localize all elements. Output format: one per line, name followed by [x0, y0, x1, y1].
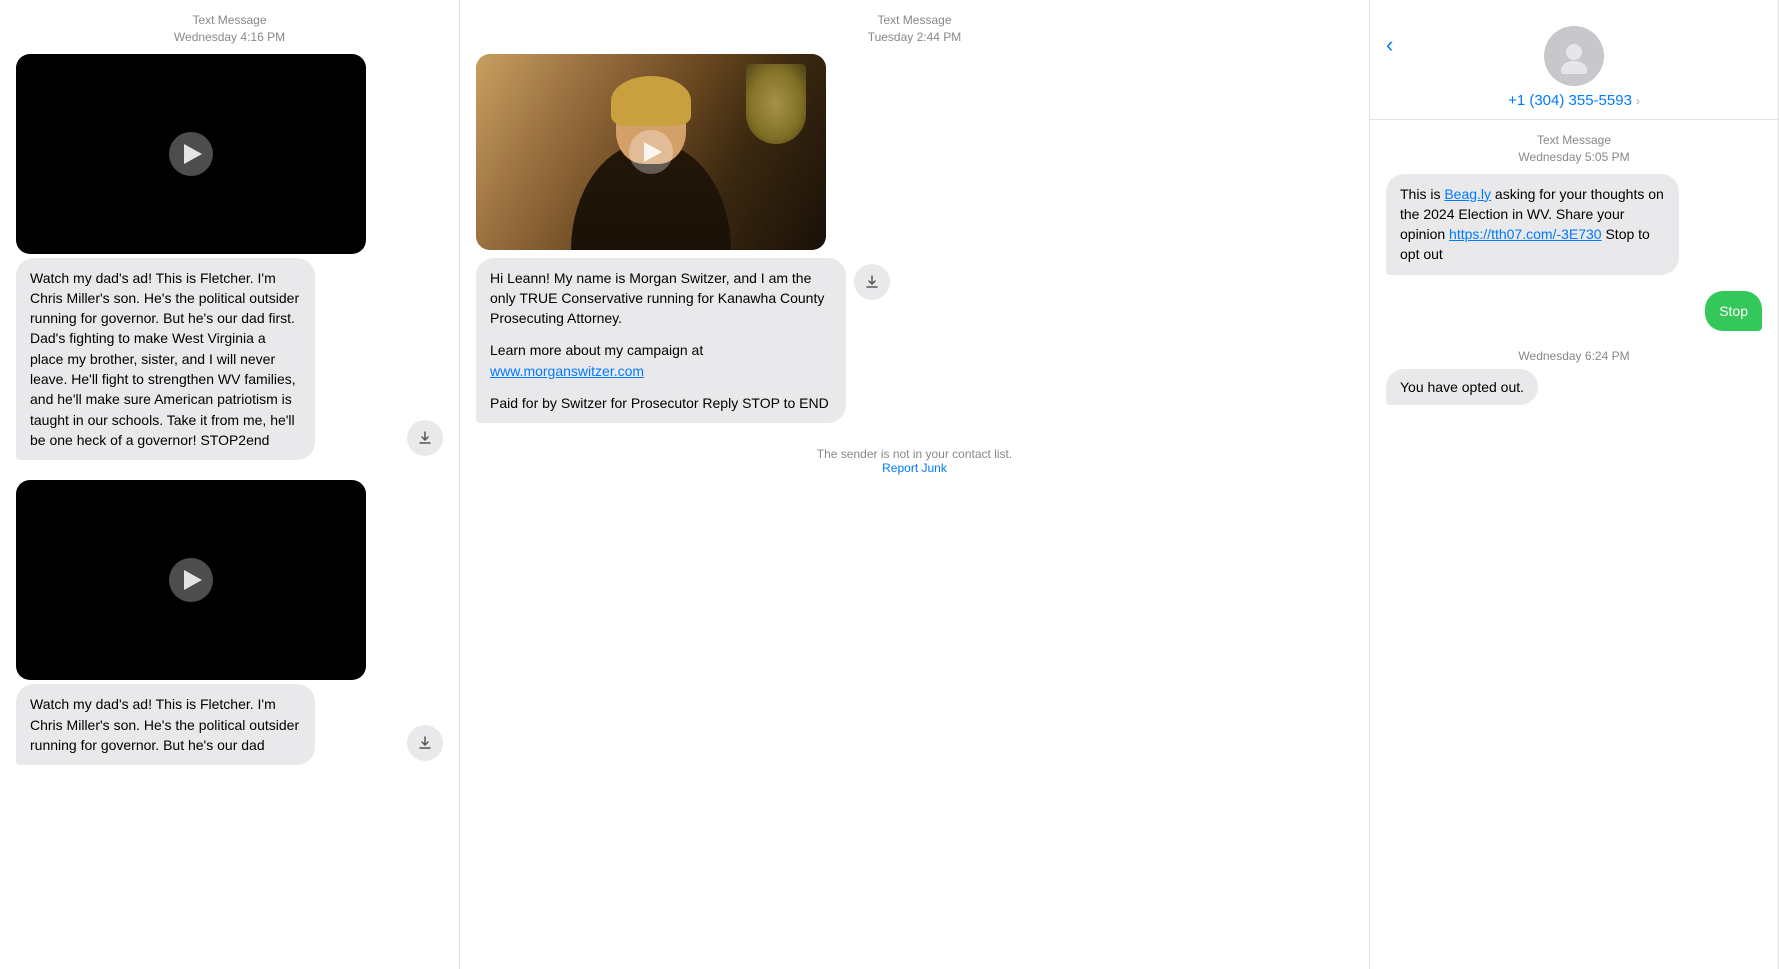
right-column: ‹ +1 (304) 355-5593 › Text Message Wedne… [1370, 0, 1779, 969]
contact-header: ‹ +1 (304) 355-5593 › [1370, 12, 1778, 120]
left-column: Text Message Wednesday 4:16 PM Watch my … [0, 0, 460, 969]
left-video-row-2: Watch my dad's ad! This is Fletcher. I'm… [16, 480, 443, 765]
download-button-1[interactable] [407, 420, 443, 456]
mid-column: Text Message Tuesday 2:44 PM [460, 0, 1370, 969]
mid-text-1: Hi Leann! My name is Morgan Switzer, and… [490, 268, 832, 329]
morgan-switzer-link[interactable]: www.morganswitzer.com [490, 363, 644, 379]
report-junk-link[interactable]: Report Junk [882, 461, 947, 475]
right-messages: Text Message Wednesday 5:05 PM This is B… [1370, 120, 1778, 957]
mid-bubble: Hi Leann! My name is Morgan Switzer, and… [476, 258, 846, 424]
left-bubble-1: Watch my dad's ad! This is Fletcher. I'm… [16, 258, 315, 461]
right-opted-out-row: You have opted out. [1386, 369, 1762, 405]
download-button-2[interactable] [407, 725, 443, 761]
back-button[interactable]: ‹ [1386, 32, 1393, 58]
left-timestamp-1: Text Message Wednesday 4:16 PM [0, 12, 459, 46]
right-bubble-1: This is Beag.ly asking for your thoughts… [1386, 174, 1679, 275]
left-message-group-1: Watch my dad's ad! This is Fletcher. I'm… [0, 54, 459, 469]
video-thumbnail-1[interactable] [16, 54, 366, 254]
right-outgoing-row: Stop [1386, 291, 1762, 331]
video-thumbnail-2[interactable] [16, 480, 366, 680]
mid-message-group: Hi Leann! My name is Morgan Switzer, and… [460, 54, 1369, 432]
right-timestamp-1: Text Message Wednesday 5:05 PM [1386, 132, 1762, 166]
left-message-group-2: Watch my dad's ad! This is Fletcher. I'm… [0, 480, 459, 773]
play-icon-1[interactable] [169, 132, 213, 176]
mid-text-2: Learn more about my campaign at www.morg… [490, 340, 832, 381]
left-video-row-1: Watch my dad's ad! This is Fletcher. I'm… [16, 54, 443, 461]
play-icon-2[interactable] [169, 558, 213, 602]
stop-bubble: Stop [1705, 291, 1762, 331]
left-bubble-2: Watch my dad's ad! This is Fletcher. I'm… [16, 684, 315, 765]
chevron-right-icon: › [1636, 94, 1640, 108]
opted-out-bubble: You have opted out. [1386, 369, 1538, 405]
contact-phone[interactable]: +1 (304) 355-5593 › [1508, 92, 1640, 109]
mid-message-row: Hi Leann! My name is Morgan Switzer, and… [476, 54, 1353, 424]
right-divider-time: Wednesday 6:24 PM [1386, 349, 1762, 363]
right-text-before-link1: This is [1400, 186, 1444, 202]
sender-info: The sender is not in your contact list. … [460, 447, 1369, 475]
tth07-link[interactable]: https://tth07.com/-3E730 [1449, 226, 1602, 242]
mid-text-3: Paid for by Switzer for Prosecutor Reply… [490, 393, 832, 413]
right-incoming-row-1: This is Beag.ly asking for your thoughts… [1386, 174, 1762, 275]
campaign-play-icon[interactable] [629, 130, 673, 174]
campaign-photo[interactable] [476, 54, 826, 250]
mid-download-button[interactable] [854, 264, 890, 300]
mid-timestamp: Text Message Tuesday 2:44 PM [460, 12, 1369, 46]
beagly-link[interactable]: Beag.ly [1444, 186, 1491, 202]
avatar [1544, 26, 1604, 86]
